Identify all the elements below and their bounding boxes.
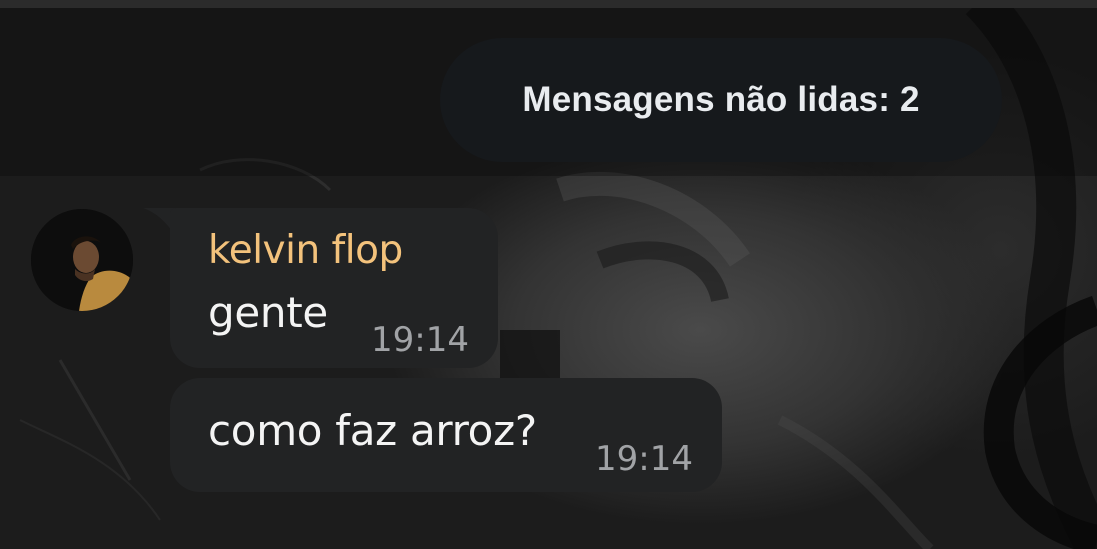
- message-text: como faz arroz?: [208, 406, 537, 455]
- unread-messages-label: Mensagens não lidas: 2: [522, 80, 920, 119]
- message-bubble[interactable]: como faz arroz? 19:14: [170, 378, 722, 492]
- message-time: 19:14: [595, 439, 693, 479]
- user-avatar-icon: [31, 209, 133, 311]
- message-text: gente: [208, 288, 328, 337]
- avatar[interactable]: [31, 209, 133, 311]
- sender-name[interactable]: kelvin flop: [208, 228, 403, 273]
- top-strip: [0, 0, 1097, 8]
- unread-band: Mensagens não lidas: 2: [0, 8, 1097, 176]
- unread-messages-pill: Mensagens não lidas: 2: [440, 38, 1002, 162]
- message-time: 19:14: [371, 320, 469, 360]
- message-bubble[interactable]: kelvin flop gente 19:14: [170, 208, 498, 368]
